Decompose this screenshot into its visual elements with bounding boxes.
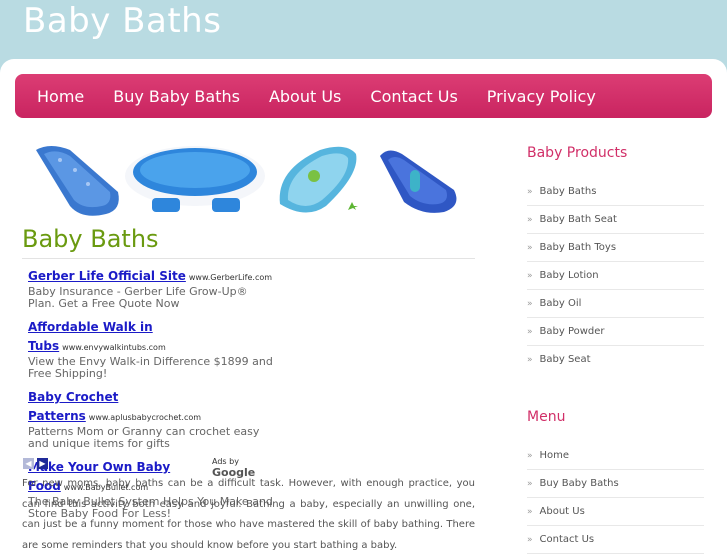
bullet-icon: » <box>527 327 533 337</box>
sidebar-item-label: Baby Baths <box>539 186 597 197</box>
sidebar-item-baby-bath-toys[interactable]: » Baby Bath Toys <box>527 234 704 262</box>
sidebar-item-label: Baby Bath Toys <box>539 242 617 253</box>
sidebar-menu-buy-baby-baths[interactable]: » Buy Baby Baths <box>527 470 704 498</box>
ad-url[interactable]: www.envywalkintubs.com <box>62 343 166 352</box>
nav-home[interactable]: Home <box>37 87 84 106</box>
ads-by-label: Ads by <box>212 457 239 466</box>
sidebar-item-baby-bath-seat[interactable]: » Baby Bath Seat <box>527 206 704 234</box>
ad-description: Baby Insurance - Gerber Life Grow-Up® Pl… <box>28 285 248 310</box>
ad-url[interactable]: www.aplusbabycrochet.com <box>89 413 201 422</box>
sidebar-menu-about-us[interactable]: » About Us <box>527 498 704 526</box>
bath-tub-image-4 <box>380 150 457 213</box>
sidebar-item-baby-baths[interactable]: » Baby Baths <box>527 178 704 206</box>
ad-description: Patterns Mom or Granny can crochet easy … <box>28 425 260 450</box>
sidebar-products-title: Baby Products <box>527 145 628 161</box>
ads-prev-arrow-icon[interactable]: ◀ <box>23 458 34 469</box>
bath-tub-image-3 <box>279 146 358 213</box>
sidebar-item-baby-lotion[interactable]: » Baby Lotion <box>527 262 704 290</box>
sidebar-item-label: About Us <box>539 506 585 517</box>
sidebar: Baby Products » Baby Baths » Baby Bath Sea… <box>527 145 704 554</box>
ads-footer: ◀ ▶ Ads by Google <box>23 457 273 479</box>
ad-item: Affordable Walk in Tubs www.envywalkintub… <box>28 316 278 380</box>
sidebar-item-label: Contact Us <box>539 534 595 545</box>
nav-contact-us[interactable]: Contact Us <box>370 87 457 106</box>
sidebar-menu-title: Menu <box>527 409 566 425</box>
sidebar-item-baby-oil[interactable]: » Baby Oil <box>527 290 704 318</box>
sidebar-menu-contact-us[interactable]: » Contact Us <box>527 526 704 554</box>
sidebar-item-label: Baby Seat <box>539 354 591 365</box>
bullet-icon: » <box>527 535 533 545</box>
site-title: Baby Baths <box>23 1 222 41</box>
sidebar-item-label: Baby Lotion <box>539 270 599 281</box>
bullet-icon: » <box>527 355 533 365</box>
bullet-icon: » <box>527 243 533 253</box>
bullet-icon: » <box>527 271 533 281</box>
bullet-icon: » <box>527 479 533 489</box>
bullet-icon: » <box>527 215 533 225</box>
bath-tub-image-2 <box>125 146 265 212</box>
bullet-icon: » <box>527 187 533 197</box>
sidebar-item-label: Baby Bath Seat <box>539 214 617 225</box>
sidebar-item-label: Home <box>539 450 570 461</box>
article-body: For new moms, baby baths can be a diffic… <box>22 478 475 551</box>
baby-baths-banner-image <box>36 146 457 216</box>
sidebar-menu-home[interactable]: » Home <box>527 442 704 470</box>
bath-tub-image-1 <box>36 146 119 216</box>
sidebar-menu-list: » Home » Buy Baby Baths » About Us » Contact… <box>527 442 704 554</box>
sidebar-item-baby-powder[interactable]: » Baby Powder <box>527 318 704 346</box>
sidebar-item-label: Baby Oil <box>539 298 582 309</box>
sidebar-item-baby-seat[interactable]: » Baby Seat <box>527 346 704 373</box>
ad-title-link[interactable]: Gerber Life Official Site <box>28 269 186 283</box>
ad-description: View the Envy Walk-in Difference $1899 a… <box>28 355 273 380</box>
bullet-icon: » <box>527 451 533 461</box>
bullet-icon: » <box>527 299 533 309</box>
nav-privacy-policy[interactable]: Privacy Policy <box>487 87 596 106</box>
sidebar-products-list: » Baby Baths » Baby Bath Seat » Baby Bath T… <box>527 178 704 373</box>
ad-item: Gerber Life Official Site www.GerberLife.… <box>28 265 278 310</box>
nav-buy-baby-baths[interactable]: Buy Baby Baths <box>113 87 240 106</box>
ad-url[interactable]: www.GerberLife.com <box>189 273 272 282</box>
ad-item: Baby Crochet Patterns www.aplusbabycroche… <box>28 386 278 450</box>
bullet-icon: » <box>527 507 533 517</box>
sidebar-item-label: Baby Powder <box>539 326 605 337</box>
ads-next-arrow-icon[interactable]: ▶ <box>37 458 48 469</box>
main-navbar: Home Buy Baby Baths About Us Contact Us … <box>15 74 712 118</box>
nav-about-us[interactable]: About Us <box>269 87 341 106</box>
sidebar-item-label: Buy Baby Baths <box>539 478 619 489</box>
page-heading: Baby Baths <box>22 222 475 259</box>
